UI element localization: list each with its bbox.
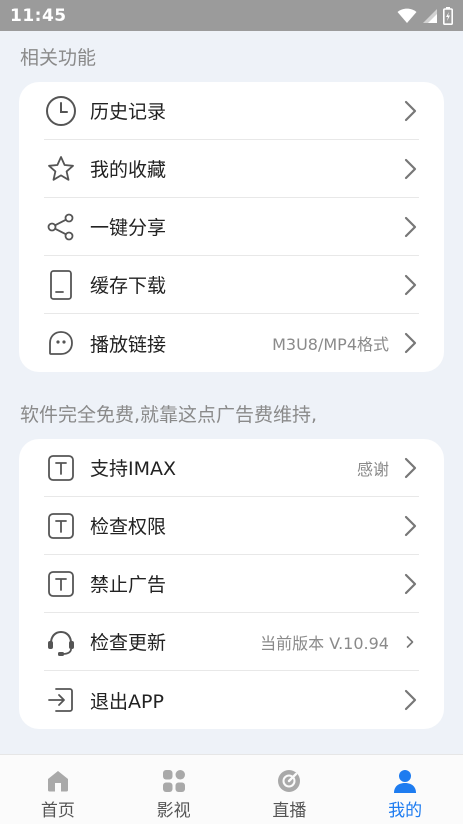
history-row[interactable]: 历史记录: [44, 82, 419, 140]
status-icons: [397, 6, 453, 25]
nav-mine-label: 我的: [388, 801, 423, 821]
share-icon: [44, 210, 78, 244]
imax-label: 支持IMAX: [90, 458, 177, 480]
history-label: 历史记录: [90, 101, 167, 123]
nav-live-label: 直播: [272, 801, 307, 821]
home-icon: [47, 771, 68, 792]
clock-icon: [44, 94, 78, 128]
block-ads-row[interactable]: 禁止广告: [44, 555, 419, 613]
chevron-right-icon: [401, 573, 419, 595]
star-icon: [44, 152, 78, 186]
wifi-icon: [397, 8, 417, 23]
t-box-icon: [44, 509, 78, 543]
status-time: 11:45: [10, 5, 67, 26]
chevron-right-small-icon: [401, 631, 419, 653]
related-functions-card: 历史记录 我的收藏 一键分享 缓存下载 播放链接 M3U8/MP4格式: [19, 82, 444, 372]
app-settings-card: 支持IMAX 感谢 检查权限 禁止广告 检查更新 当前版本 V.10.94 退出…: [19, 439, 444, 729]
chevron-right-icon: [401, 332, 419, 354]
download-label: 缓存下载: [90, 275, 167, 297]
permissions-label: 检查权限: [90, 516, 167, 538]
chevron-right-icon: [401, 158, 419, 180]
nav-movies[interactable]: 影视: [116, 755, 232, 824]
headset-icon: [44, 625, 78, 659]
chevron-right-icon: [401, 274, 419, 296]
chevron-right-icon: [401, 216, 419, 238]
nav-home-label: 首页: [40, 801, 75, 821]
chevron-right-icon: [401, 100, 419, 122]
version-value: 当前版本 V.10.94: [260, 633, 389, 653]
nav-live[interactable]: 直播: [232, 755, 348, 824]
exit-icon: [44, 683, 78, 717]
section-title-related: 相关功能: [20, 47, 97, 69]
exit-app-label: 退出APP: [90, 690, 164, 713]
play-link-row[interactable]: 播放链接 M3U8/MP4格式: [44, 314, 419, 372]
status-bar: 11:45: [0, 0, 463, 31]
play-link-label: 播放链接: [90, 333, 167, 356]
link-icon: [44, 326, 78, 360]
t-box-icon: [44, 567, 78, 601]
chevron-right-icon: [401, 457, 419, 479]
nav-home[interactable]: 首页: [0, 755, 116, 824]
block-ads-label: 禁止广告: [90, 574, 167, 596]
grid-icon: [162, 770, 185, 792]
permissions-row[interactable]: 检查权限: [44, 497, 419, 555]
nav-mine[interactable]: 我的: [347, 755, 463, 824]
imax-value: 感谢: [356, 459, 389, 479]
share-row[interactable]: 一键分享: [44, 198, 419, 256]
battery-icon: [443, 6, 453, 25]
user-icon: [394, 770, 417, 793]
nav-movies-label: 影视: [156, 801, 191, 821]
favorites-row[interactable]: 我的收藏: [44, 140, 419, 198]
imax-row[interactable]: 支持IMAX 感谢: [44, 439, 419, 497]
t-box-icon: [44, 451, 78, 485]
check-update-row[interactable]: 检查更新 当前版本 V.10.94: [44, 613, 419, 671]
play-link-value: M3U8/MP4格式: [272, 335, 389, 354]
chevron-right-icon: [401, 689, 419, 711]
download-row[interactable]: 缓存下载: [44, 256, 419, 314]
favorites-label: 我的收藏: [90, 159, 167, 181]
chevron-right-icon: [401, 515, 419, 537]
share-label: 一键分享: [90, 217, 167, 239]
bottom-nav: 首页 影视 直播 我的: [0, 754, 463, 824]
storage-icon: [44, 268, 78, 302]
live-icon: [278, 770, 301, 792]
exit-app-row[interactable]: 退出APP: [44, 671, 419, 729]
signal-icon: [423, 8, 437, 23]
check-update-label: 检查更新: [90, 632, 167, 654]
section-title-free-notice: 软件完全免费,就靠这点广告费维持,: [20, 404, 318, 426]
